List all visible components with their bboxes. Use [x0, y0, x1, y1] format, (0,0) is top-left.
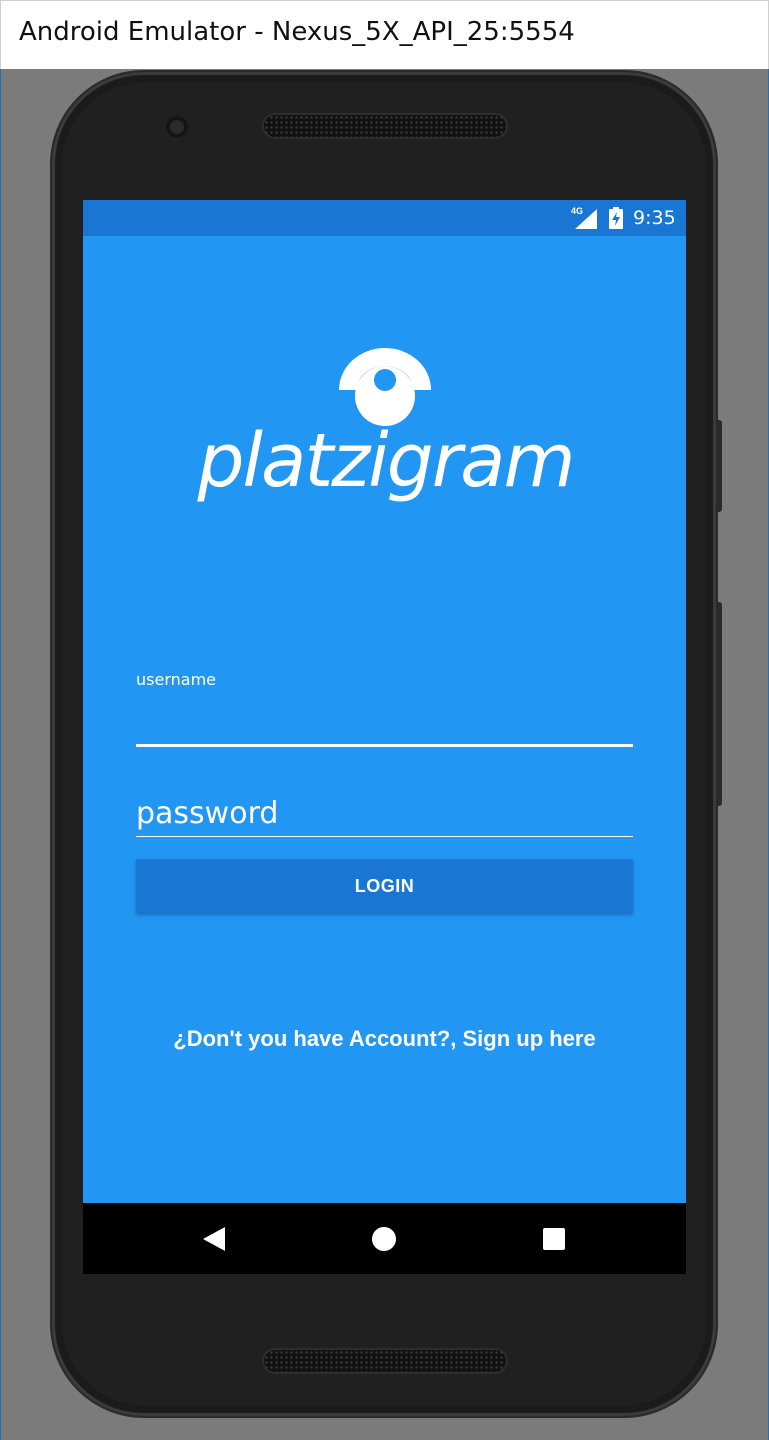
- username-label: username: [136, 670, 216, 689]
- top-speaker: [264, 115, 506, 137]
- login-button[interactable]: LOGIN: [136, 859, 633, 913]
- back-icon[interactable]: [198, 1223, 230, 1255]
- status-bar: 4G 9:35: [83, 200, 686, 236]
- home-icon[interactable]: [368, 1223, 400, 1255]
- platzigram-logo-text: platzigram: [197, 418, 575, 504]
- battery-charging-icon: [609, 207, 623, 229]
- recents-icon[interactable]: [538, 1223, 570, 1255]
- power-button[interactable]: [716, 602, 722, 806]
- front-camera: [166, 116, 188, 138]
- volume-button[interactable]: [716, 420, 722, 512]
- app-screen: 4G 9:35 platzigram username LOGIN ¿Don't…: [83, 200, 686, 1274]
- window-title: Android Emulator - Nexus_5X_API_25:5554: [19, 17, 575, 47]
- signal-icon: [575, 209, 597, 229]
- window-frame-left: [0, 69, 1, 1440]
- platzigram-logo-icon: [339, 348, 431, 426]
- username-input[interactable]: [136, 696, 633, 747]
- signup-link[interactable]: ¿Don't you have Account?, Sign up here: [83, 1026, 686, 1052]
- status-time: 9:35: [633, 207, 676, 229]
- window-titlebar: Android Emulator - Nexus_5X_API_25:5554: [0, 0, 769, 69]
- password-input[interactable]: [136, 790, 633, 837]
- bottom-speaker: [264, 1350, 506, 1372]
- navigation-bar: [83, 1203, 686, 1274]
